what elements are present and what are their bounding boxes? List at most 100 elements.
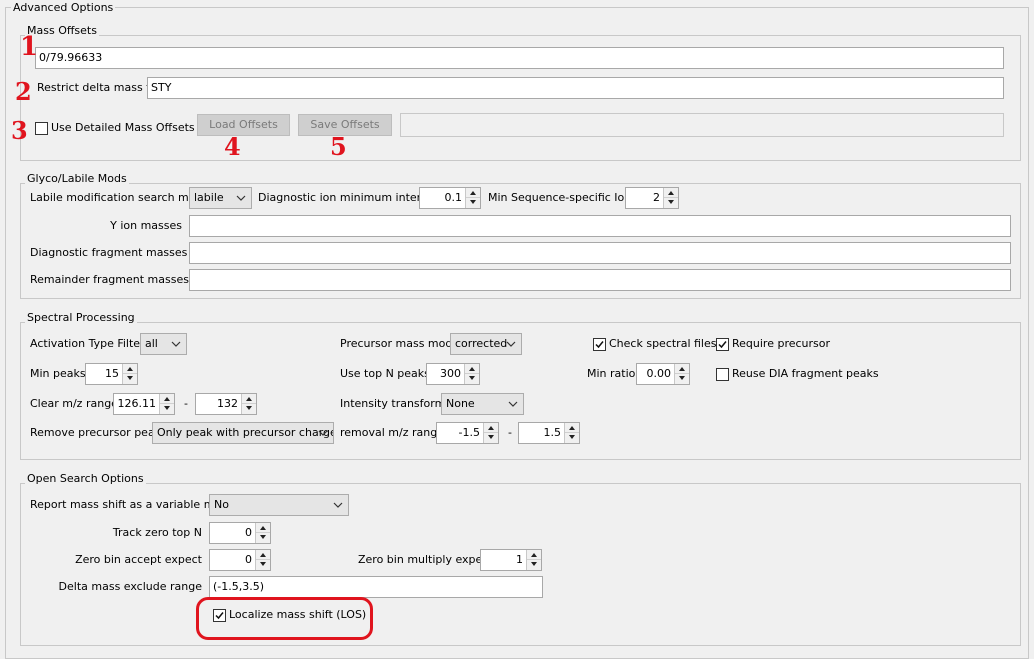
- diagnostic-ion-min-intensity-value: 0.1: [444, 191, 463, 204]
- intensity-transform-dropdown[interactable]: None: [441, 393, 524, 415]
- min-ratio-value: 0.00: [646, 367, 672, 380]
- zero-bin-accept-expect-label: Zero bin accept expect: [75, 553, 202, 566]
- glyco-labile-title: Glyco/Labile Mods: [25, 172, 129, 185]
- spinner-up-icon[interactable]: [675, 364, 689, 374]
- zero-bin-accept-expect-spinner[interactable]: 0: [209, 549, 271, 571]
- use-top-n-peaks-value: 300: [440, 367, 461, 380]
- zero-bin-multiply-expect-value: 1: [516, 553, 523, 566]
- track-zero-top-n-value: 0: [245, 526, 252, 539]
- chevron-down-icon: [318, 430, 328, 436]
- delta-mass-exclude-range-field[interactable]: (-1.5,3.5): [209, 576, 543, 598]
- spinner-up-icon[interactable]: [664, 188, 678, 198]
- reuse-dia-fragment-peaks-label: Reuse DIA fragment peaks: [732, 367, 879, 380]
- clear-mz-to-value: 132: [217, 397, 238, 410]
- diagnostic-ion-min-intensity-label: Diagnostic ion minimum intensity: [258, 191, 444, 204]
- min-sequence-specific-ions-spinner[interactable]: 2: [625, 187, 679, 209]
- clear-mz-range-label: Clear m/z range: [30, 397, 118, 410]
- spinner-up-icon[interactable]: [242, 394, 256, 404]
- diagnostic-ion-min-intensity-spinner[interactable]: 0.1: [419, 187, 481, 209]
- spinner-up-icon[interactable]: [256, 550, 270, 560]
- open-search-options-title: Open Search Options: [25, 472, 146, 485]
- annotation-number-1: 1: [20, 32, 39, 62]
- spinner-down-icon[interactable]: [465, 374, 479, 384]
- precursor-mass-mode-value: corrected: [455, 337, 508, 350]
- checkmark-icon: [718, 341, 727, 349]
- spinner-down-icon[interactable]: [123, 374, 137, 384]
- min-peaks-value: 15: [105, 367, 119, 380]
- chevron-down-icon: [333, 502, 343, 508]
- spinner-down-icon[interactable]: [565, 433, 579, 443]
- spinner-down-icon[interactable]: [484, 433, 498, 443]
- activation-type-filter-value: all: [145, 337, 158, 350]
- min-ratio-label: Min ratio: [587, 367, 636, 380]
- spinner-down-icon[interactable]: [242, 404, 256, 414]
- annotation-number-4: 4: [224, 132, 241, 161]
- clear-mz-dash: -: [184, 397, 188, 410]
- spinner-up-icon[interactable]: [160, 394, 174, 404]
- spinner-up-icon[interactable]: [465, 364, 479, 374]
- advanced-options-title: Advanced Options: [11, 1, 116, 14]
- labile-mode-dropdown[interactable]: labile: [189, 187, 252, 209]
- intensity-transform-label: Intensity transform: [340, 397, 446, 410]
- spinner-down-icon[interactable]: [675, 374, 689, 384]
- zero-bin-accept-expect-value: 0: [245, 553, 252, 566]
- removal-mz-to-value: 1.5: [543, 426, 562, 439]
- track-zero-top-n-spinner[interactable]: 0: [209, 522, 271, 544]
- chevron-down-icon: [171, 341, 181, 347]
- track-zero-top-n-label: Track zero top N: [112, 526, 202, 539]
- activation-type-filter-label: Activation Type Filter: [30, 337, 145, 350]
- zero-bin-multiply-expect-label: Zero bin multiply expect: [358, 553, 493, 566]
- removal-mz-to-spinner[interactable]: 1.5: [518, 422, 580, 444]
- remainder-fragment-masses-field[interactable]: [189, 269, 1011, 291]
- report-mass-shift-label: Report mass shift as a variable mod: [30, 498, 229, 511]
- check-spectral-files-checkbox[interactable]: [593, 338, 606, 351]
- min-peaks-label: Min peaks: [30, 367, 86, 380]
- diagnostic-fragment-masses-field[interactable]: [189, 242, 1011, 264]
- spinner-down-icon[interactable]: [527, 560, 541, 570]
- chevron-down-icon: [506, 341, 516, 347]
- spinner-down-icon[interactable]: [256, 560, 270, 570]
- restrict-delta-mass-field[interactable]: STY: [147, 77, 1004, 99]
- report-mass-shift-value: No: [214, 498, 229, 511]
- spinner-up-icon[interactable]: [527, 550, 541, 560]
- use-top-n-peaks-label: Use top N peaks: [340, 367, 430, 380]
- zero-bin-multiply-expect-spinner[interactable]: 1: [480, 549, 542, 571]
- mass-offsets-field[interactable]: 0/79.96633: [35, 47, 1004, 69]
- min-sequence-specific-ions-value: 2: [653, 191, 660, 204]
- remove-precursor-peak-dropdown[interactable]: Only peak with precursor charge: [152, 422, 334, 444]
- use-top-n-peaks-spinner[interactable]: 300: [426, 363, 480, 385]
- clear-mz-from-spinner[interactable]: 126.11: [113, 393, 175, 415]
- spinner-up-icon[interactable]: [466, 188, 480, 198]
- min-ratio-spinner[interactable]: 0.00: [636, 363, 690, 385]
- annotation-number-5: 5: [330, 132, 347, 161]
- reuse-dia-fragment-peaks-checkbox[interactable]: [716, 368, 729, 381]
- intensity-transform-value: None: [446, 397, 475, 410]
- diagnostic-fragment-masses-label: Diagnostic fragment masses: [30, 246, 188, 259]
- y-ion-masses-field[interactable]: [189, 215, 1011, 237]
- restrict-delta-mass-label: Restrict delta mass to: [37, 81, 158, 94]
- spinner-up-icon[interactable]: [484, 423, 498, 433]
- report-mass-shift-dropdown[interactable]: No: [209, 494, 349, 516]
- spinner-up-icon[interactable]: [123, 364, 137, 374]
- clear-mz-to-spinner[interactable]: 132: [195, 393, 257, 415]
- spinner-down-icon[interactable]: [466, 198, 480, 208]
- y-ion-masses-label: Y ion masses: [110, 219, 182, 232]
- removal-mz-range-label: removal m/z range: [340, 426, 444, 439]
- spinner-down-icon[interactable]: [256, 533, 270, 543]
- precursor-mass-mode-dropdown[interactable]: corrected: [450, 333, 522, 355]
- activation-type-filter-dropdown[interactable]: all: [140, 333, 187, 355]
- require-precursor-checkbox[interactable]: [716, 338, 729, 351]
- chevron-down-icon: [508, 401, 518, 407]
- spinner-up-icon[interactable]: [565, 423, 579, 433]
- spinner-down-icon[interactable]: [160, 404, 174, 414]
- annotation-number-2: 2: [15, 77, 32, 106]
- removal-mz-dash: -: [508, 426, 512, 439]
- removal-mz-from-spinner[interactable]: -1.5: [436, 422, 499, 444]
- use-detailed-mass-offsets-checkbox[interactable]: [35, 122, 48, 135]
- load-offsets-button[interactable]: Load Offsets: [197, 114, 290, 136]
- min-peaks-spinner[interactable]: 15: [85, 363, 138, 385]
- labile-mode-value: labile: [194, 191, 224, 204]
- spinner-up-icon[interactable]: [256, 523, 270, 533]
- labile-mode-label: Labile modification search mode: [30, 191, 210, 204]
- spinner-down-icon[interactable]: [664, 198, 678, 208]
